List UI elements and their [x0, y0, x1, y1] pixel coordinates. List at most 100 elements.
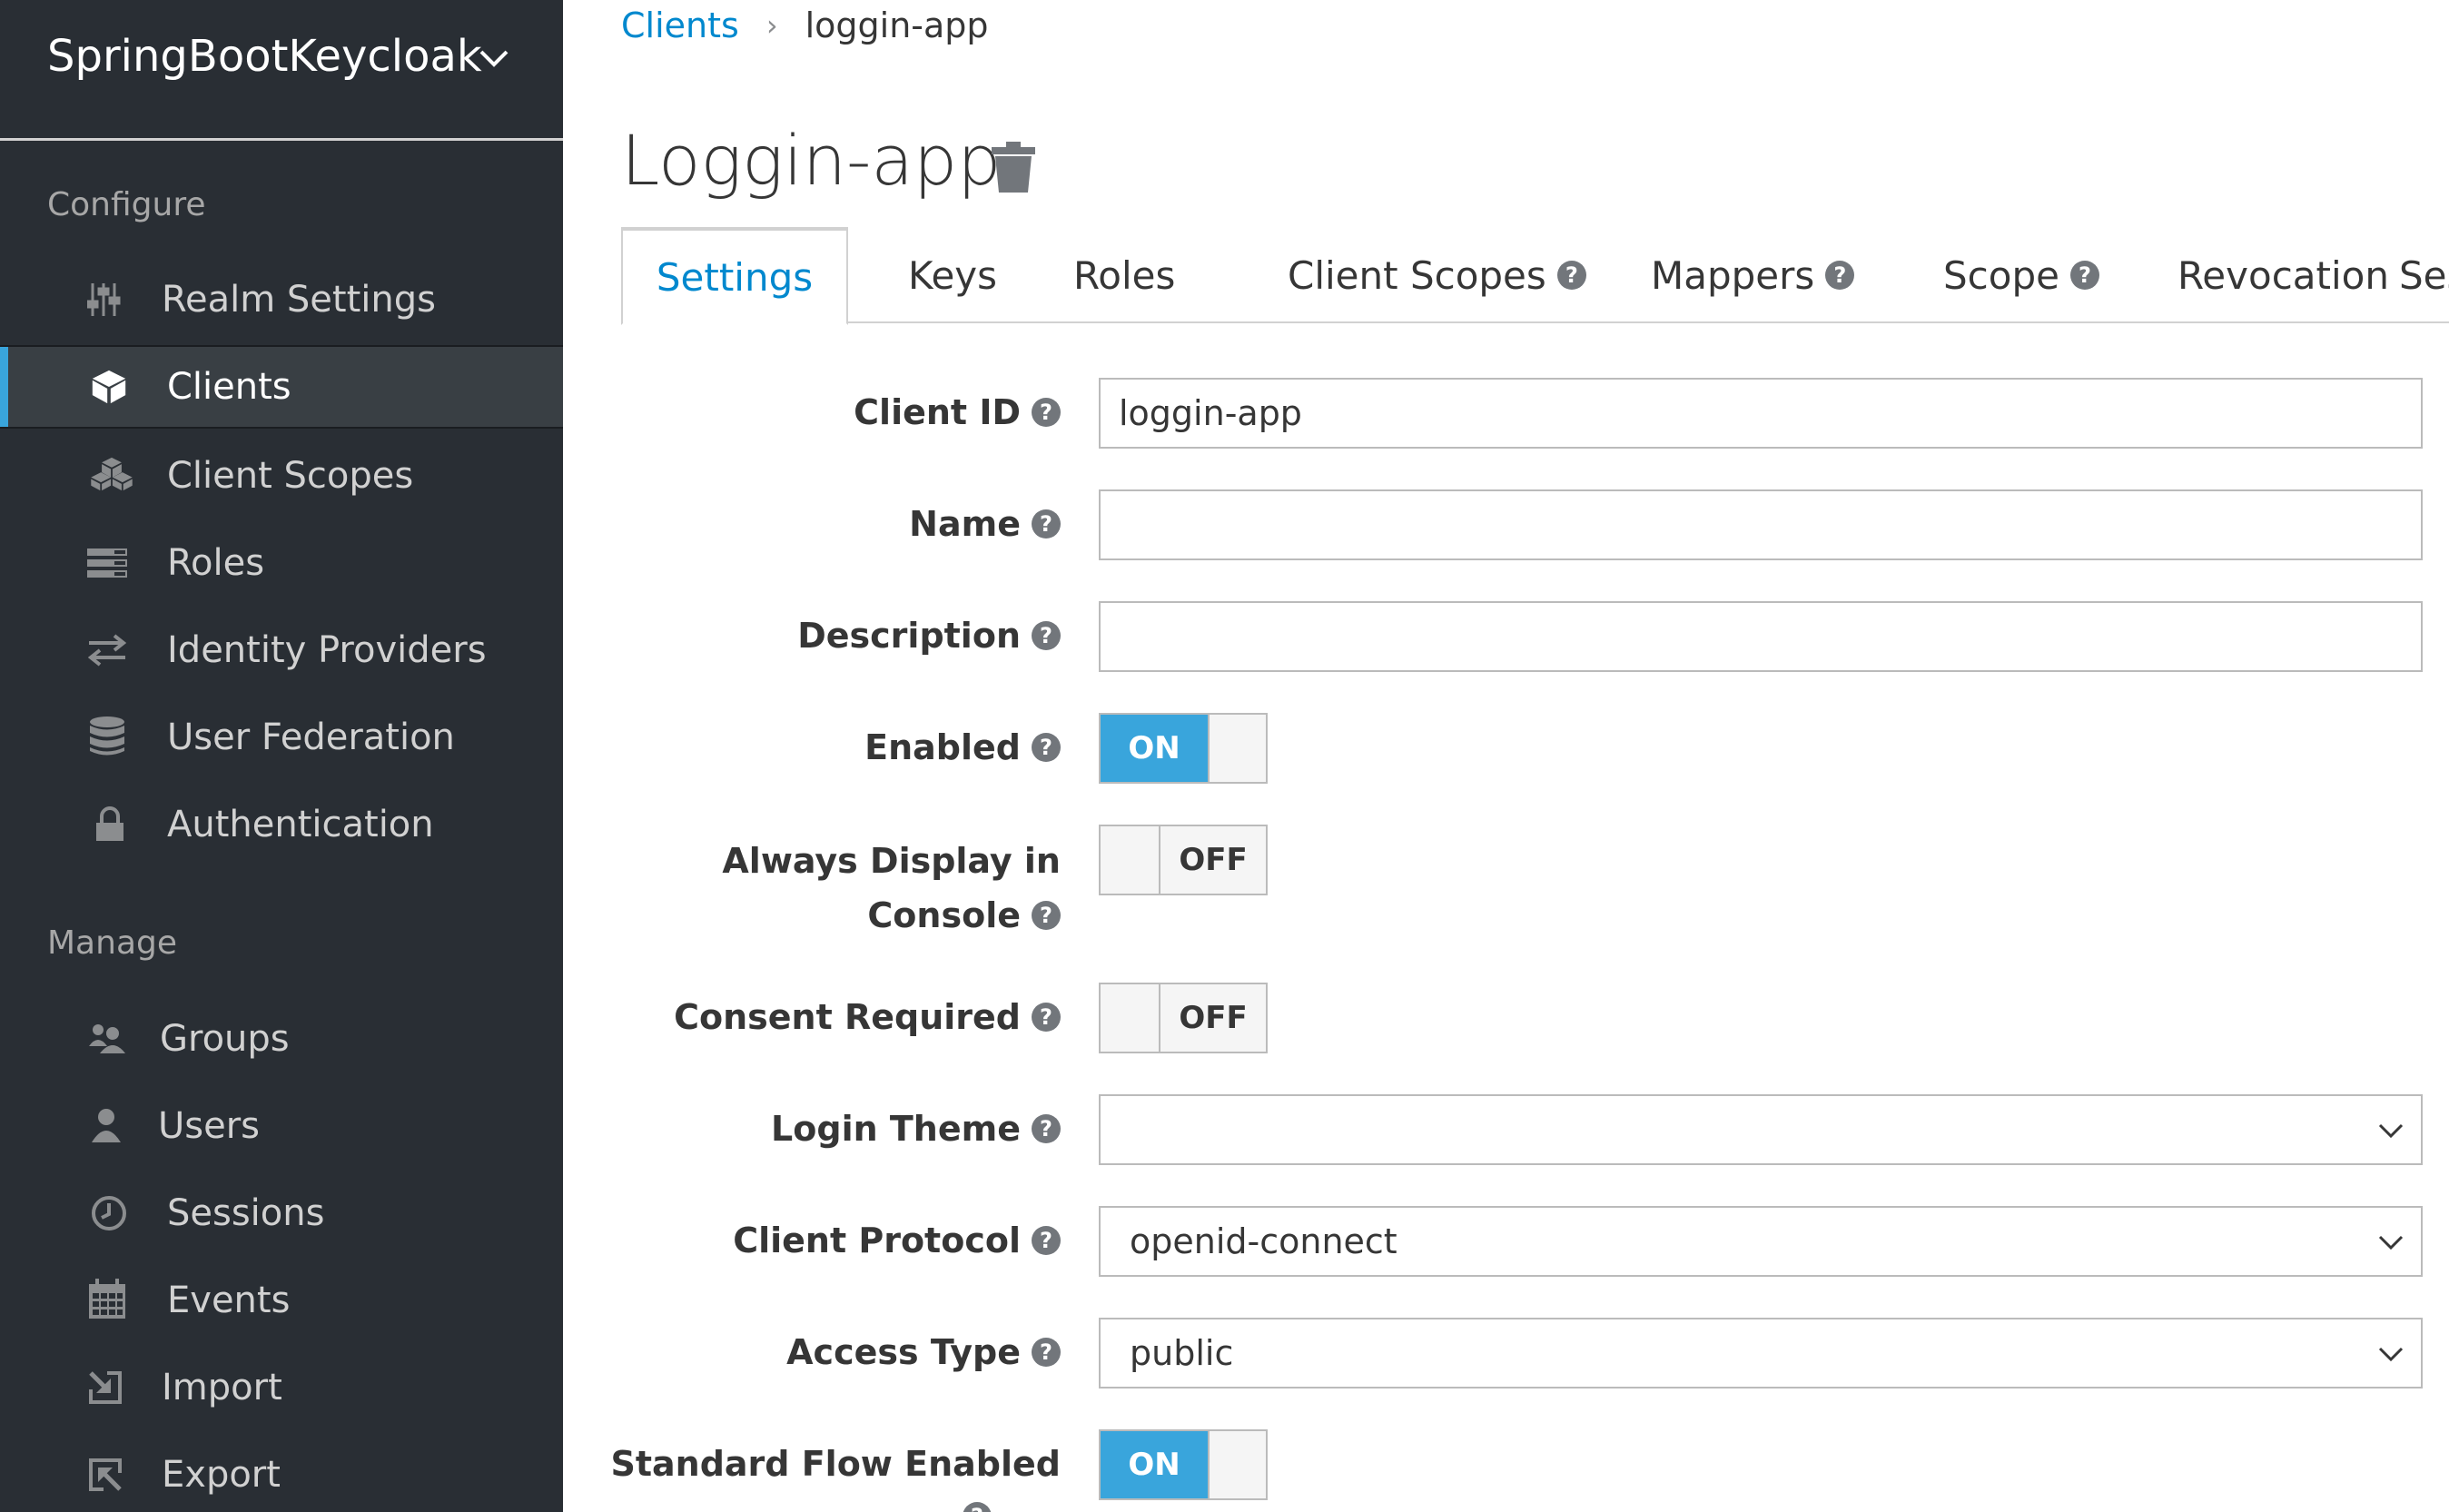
standard-flow-help-wrap: ? [963, 1502, 992, 1512]
access-type-label: Access Type ? [786, 1332, 1061, 1372]
help-icon[interactable]: ? [1032, 1226, 1061, 1255]
help-icon[interactable]: ? [1032, 1338, 1061, 1367]
tab-roles[interactable]: Roles [1073, 227, 1175, 323]
tab-label: Ses [2399, 252, 2449, 298]
tab-client-scopes[interactable]: Client Scopes ? [1288, 227, 1586, 323]
sidebar-item-client-scopes[interactable]: Client Scopes [0, 434, 563, 518]
tab-sessions[interactable]: Ses [2399, 227, 2449, 323]
standard-flow-toggle[interactable]: ON [1099, 1429, 1268, 1500]
breadcrumb-clients-link[interactable]: Clients [621, 5, 739, 45]
sidebar-item-events[interactable]: Events [0, 1259, 563, 1342]
help-icon[interactable]: ? [963, 1502, 992, 1512]
toggle-state: OFF [1160, 826, 1266, 894]
sidebar-item-label: Roles [167, 542, 265, 584]
cubes-icon [91, 457, 133, 491]
breadcrumb-current: loggin-app [805, 5, 989, 45]
tab-label: Roles [1073, 252, 1176, 298]
tab-settings[interactable]: Settings [621, 227, 848, 325]
client-id-input[interactable]: loggin-app [1099, 378, 2423, 449]
field-label-text: Client ID [854, 392, 1021, 432]
sidebar-item-clients[interactable]: Clients [0, 345, 563, 429]
chevron-down-icon [2378, 1235, 2404, 1250]
tab-bar: Settings Keys Roles Client Scopes ? Mapp… [621, 227, 2449, 325]
realm-selector[interactable]: SpringBootKeycloak [0, 0, 563, 141]
tab-label: Keys [908, 252, 998, 298]
help-icon[interactable]: ? [1032, 509, 1061, 539]
help-icon[interactable]: ? [1032, 901, 1061, 930]
chevron-down-icon[interactable] [478, 47, 510, 69]
client-protocol-select[interactable]: openid-connect [1099, 1206, 2423, 1277]
help-icon[interactable]: ? [2069, 261, 2099, 290]
field-label-line2: Console ? [722, 888, 1061, 943]
enabled-label: Enabled ? [864, 727, 1061, 767]
description-label: Description ? [797, 616, 1061, 656]
always-display-toggle[interactable]: OFF [1099, 825, 1268, 895]
user-icon [92, 1109, 121, 1142]
sidebar-item-label: Sessions [167, 1192, 325, 1234]
sidebar-item-label: Realm Settings [162, 279, 436, 321]
trash-icon[interactable] [992, 142, 1035, 193]
sidebar-item-users[interactable]: Users [0, 1084, 563, 1168]
sidebar-item-roles[interactable]: Roles [0, 521, 563, 605]
field-label-text: Standard Flow Enabled [610, 1444, 1061, 1484]
field-label-text: Enabled [864, 727, 1021, 767]
sidebar-item-label: Events [167, 1280, 291, 1321]
sidebar-item-label: User Federation [167, 716, 455, 758]
field-label-text: Login Theme [771, 1109, 1021, 1149]
sidebar-item-export[interactable]: Export [0, 1433, 563, 1512]
sidebar-item-import[interactable]: Import [0, 1346, 563, 1429]
tab-label: Settings [656, 254, 814, 300]
login-theme-select[interactable] [1099, 1094, 2423, 1165]
sidebar-item-label: Groups [160, 1018, 290, 1060]
sidebar-item-identity-providers[interactable]: Identity Providers [0, 608, 563, 692]
help-icon[interactable]: ? [1032, 733, 1061, 762]
description-input[interactable] [1099, 601, 2423, 672]
standard-flow-label: Standard Flow Enabled [610, 1444, 1061, 1484]
help-icon[interactable]: ? [1032, 398, 1061, 427]
sidebar-item-realm-settings[interactable]: Realm Settings [0, 258, 563, 341]
field-label-text: Consent Required [674, 997, 1021, 1037]
help-icon[interactable]: ? [1032, 621, 1061, 650]
tab-label: Mappers [1651, 252, 1815, 298]
toggle-knob [1208, 715, 1266, 782]
sidebar-item-label: Import [162, 1367, 282, 1408]
toggle-knob [1101, 984, 1160, 1052]
manage-section-label: Manage [47, 924, 177, 962]
help-icon[interactable]: ? [1556, 261, 1586, 290]
consent-required-toggle[interactable]: OFF [1099, 983, 1268, 1053]
tab-label: Client Scopes [1288, 252, 1546, 298]
toggle-knob [1101, 826, 1160, 894]
tab-revocation[interactable]: Revocation [2177, 227, 2389, 323]
users-icon [89, 1024, 125, 1053]
help-icon[interactable]: ? [1032, 1114, 1061, 1143]
sliders-icon [87, 283, 121, 316]
database-icon [90, 716, 124, 756]
realm-name[interactable]: SpringBootKeycloak [47, 31, 482, 82]
tab-label: Scope [1943, 252, 2059, 298]
tab-keys[interactable]: Keys [908, 227, 997, 323]
name-input[interactable] [1099, 489, 2423, 560]
sidebar-item-groups[interactable]: Groups [0, 997, 563, 1081]
help-icon[interactable]: ? [1825, 261, 1855, 290]
sidebar: SpringBootKeycloak Configure Realm Setti… [0, 0, 563, 1512]
sidebar-item-label: Authentication [167, 804, 434, 845]
enabled-toggle[interactable]: ON [1099, 713, 1268, 784]
page-title: Loggin-app [621, 120, 1002, 201]
client-protocol-label: Client Protocol ? [733, 1220, 1061, 1260]
lock-icon [96, 806, 123, 841]
sidebar-item-authentication[interactable]: Authentication [0, 783, 563, 866]
help-icon[interactable]: ? [1032, 1003, 1061, 1032]
sidebar-item-label: Export [162, 1454, 281, 1496]
client-protocol-value: openid-connect [1130, 1221, 1397, 1261]
access-type-select[interactable]: public [1099, 1318, 2423, 1388]
sidebar-item-user-federation[interactable]: User Federation [0, 696, 563, 779]
sidebar-item-sessions[interactable]: Sessions [0, 1171, 563, 1255]
clock-icon [92, 1196, 126, 1230]
field-label-text: Description [797, 616, 1021, 656]
client-id-value: loggin-app [1119, 393, 1302, 433]
tab-mappers[interactable]: Mappers ? [1651, 227, 1855, 323]
access-type-value: public [1130, 1333, 1234, 1373]
export-icon [89, 1458, 122, 1491]
list-icon [87, 548, 127, 578]
tab-scope[interactable]: Scope ? [1943, 227, 2099, 323]
